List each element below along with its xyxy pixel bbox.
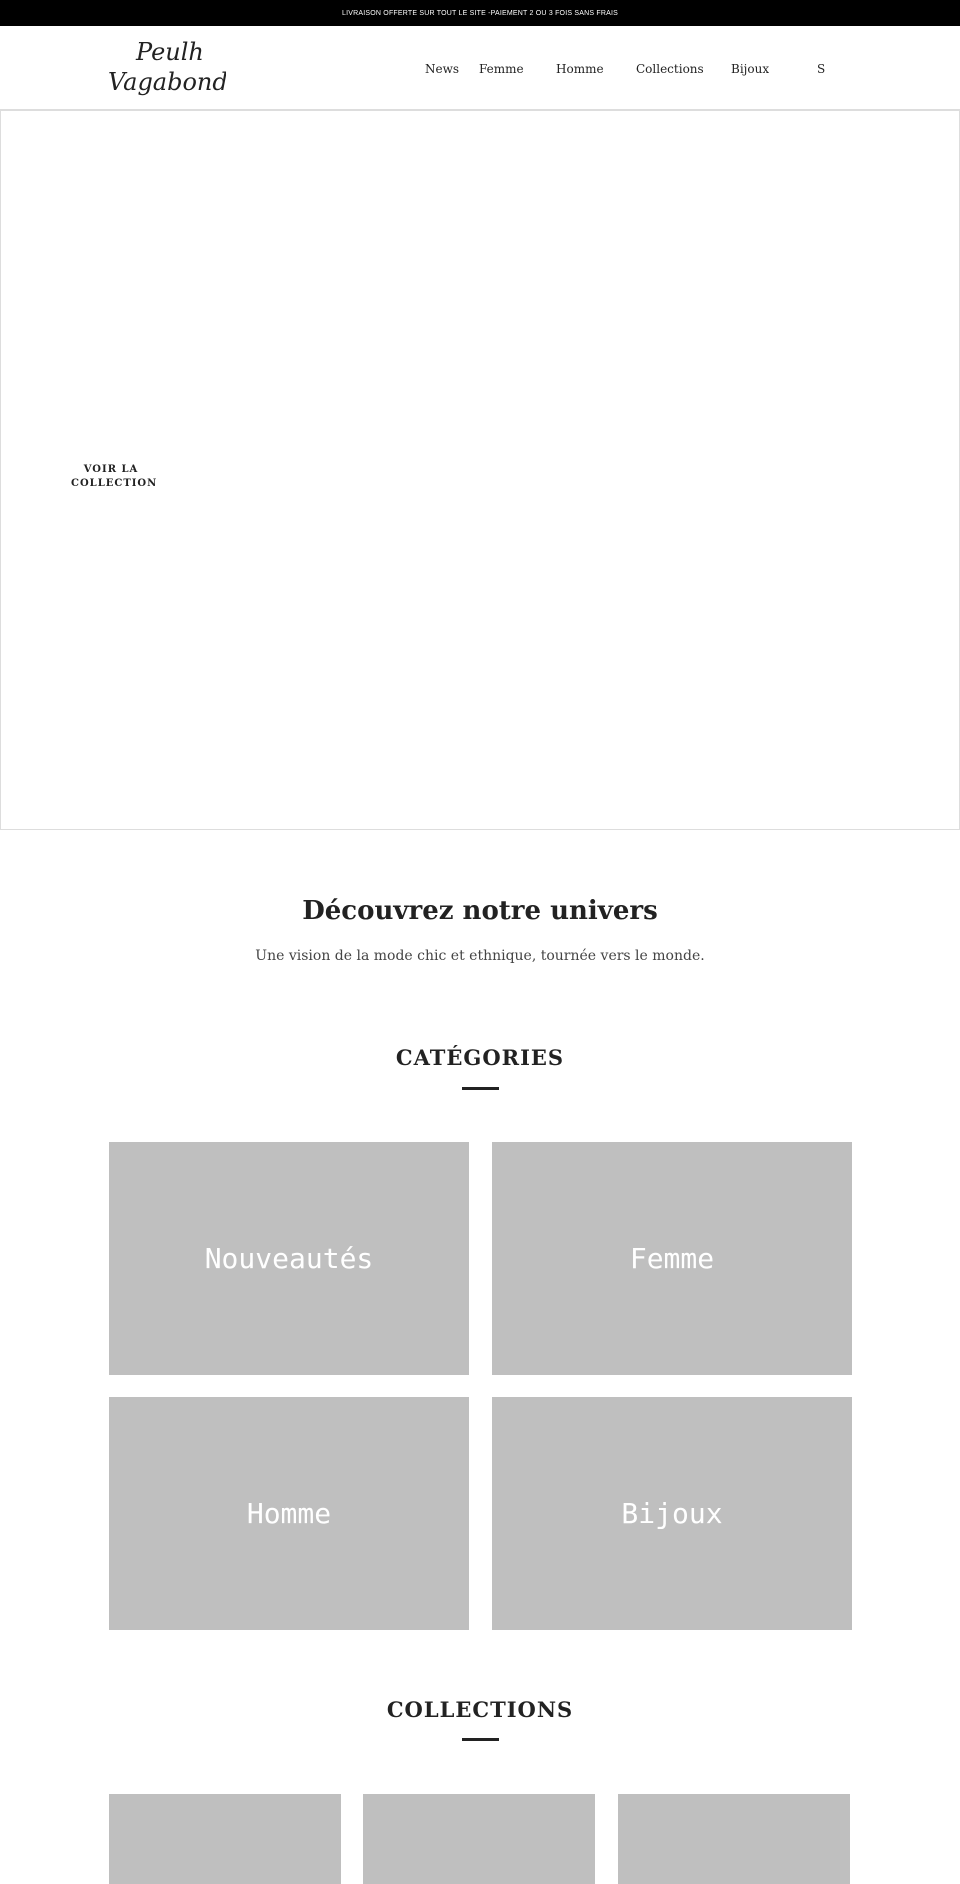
collection-card[interactable] [109,1794,341,1884]
logo[interactable]: Peulh Vagabond [106,32,226,102]
divider [462,1738,499,1741]
collections-title: COLLECTIONS [386,1697,574,1722]
category-label: Nouveautés [204,1242,374,1275]
voir-collection-button[interactable]: VOIR LA COLLECTION [71,463,156,491]
intro-subtitle: Une vision de la mode chic et ethnique, … [255,948,705,964]
nav-news[interactable]: News [425,62,459,76]
category-bijoux[interactable]: Bijoux [492,1397,852,1630]
nav-collections[interactable]: Collections [636,62,704,76]
intro-title: Découvrez notre univers [302,896,658,926]
nav-bijoux[interactable]: Bijoux [731,62,769,76]
category-label: Bijoux [621,1497,723,1530]
divider [462,1087,499,1090]
category-label: Homme [246,1497,332,1530]
announcement-text: LIVRAISON OFFERTE SUR TOUT LE SITE -PAIE… [342,9,618,17]
collection-card[interactable] [618,1794,850,1884]
category-nouveautes[interactable]: Nouveautés [109,1142,469,1375]
category-femme[interactable]: Femme [492,1142,852,1375]
nav-homme[interactable]: Homme [556,62,604,76]
categories-title: CATÉGORIES [395,1045,565,1070]
nav-femme[interactable]: Femme [479,62,524,76]
nav-search[interactable]: S [817,62,825,76]
svg-text:Vagabond: Vagabond [108,68,226,96]
svg-text:Peulh: Peulh [135,38,204,66]
site-header: Peulh Vagabond News Femme Homme Collecti… [0,26,960,110]
category-homme[interactable]: Homme [109,1397,469,1630]
category-label: Femme [629,1242,715,1275]
hero-banner: VOIR LA COLLECTION [0,110,960,830]
collection-card[interactable] [363,1794,595,1884]
announcement-bar: LIVRAISON OFFERTE SUR TOUT LE SITE -PAIE… [0,0,960,26]
